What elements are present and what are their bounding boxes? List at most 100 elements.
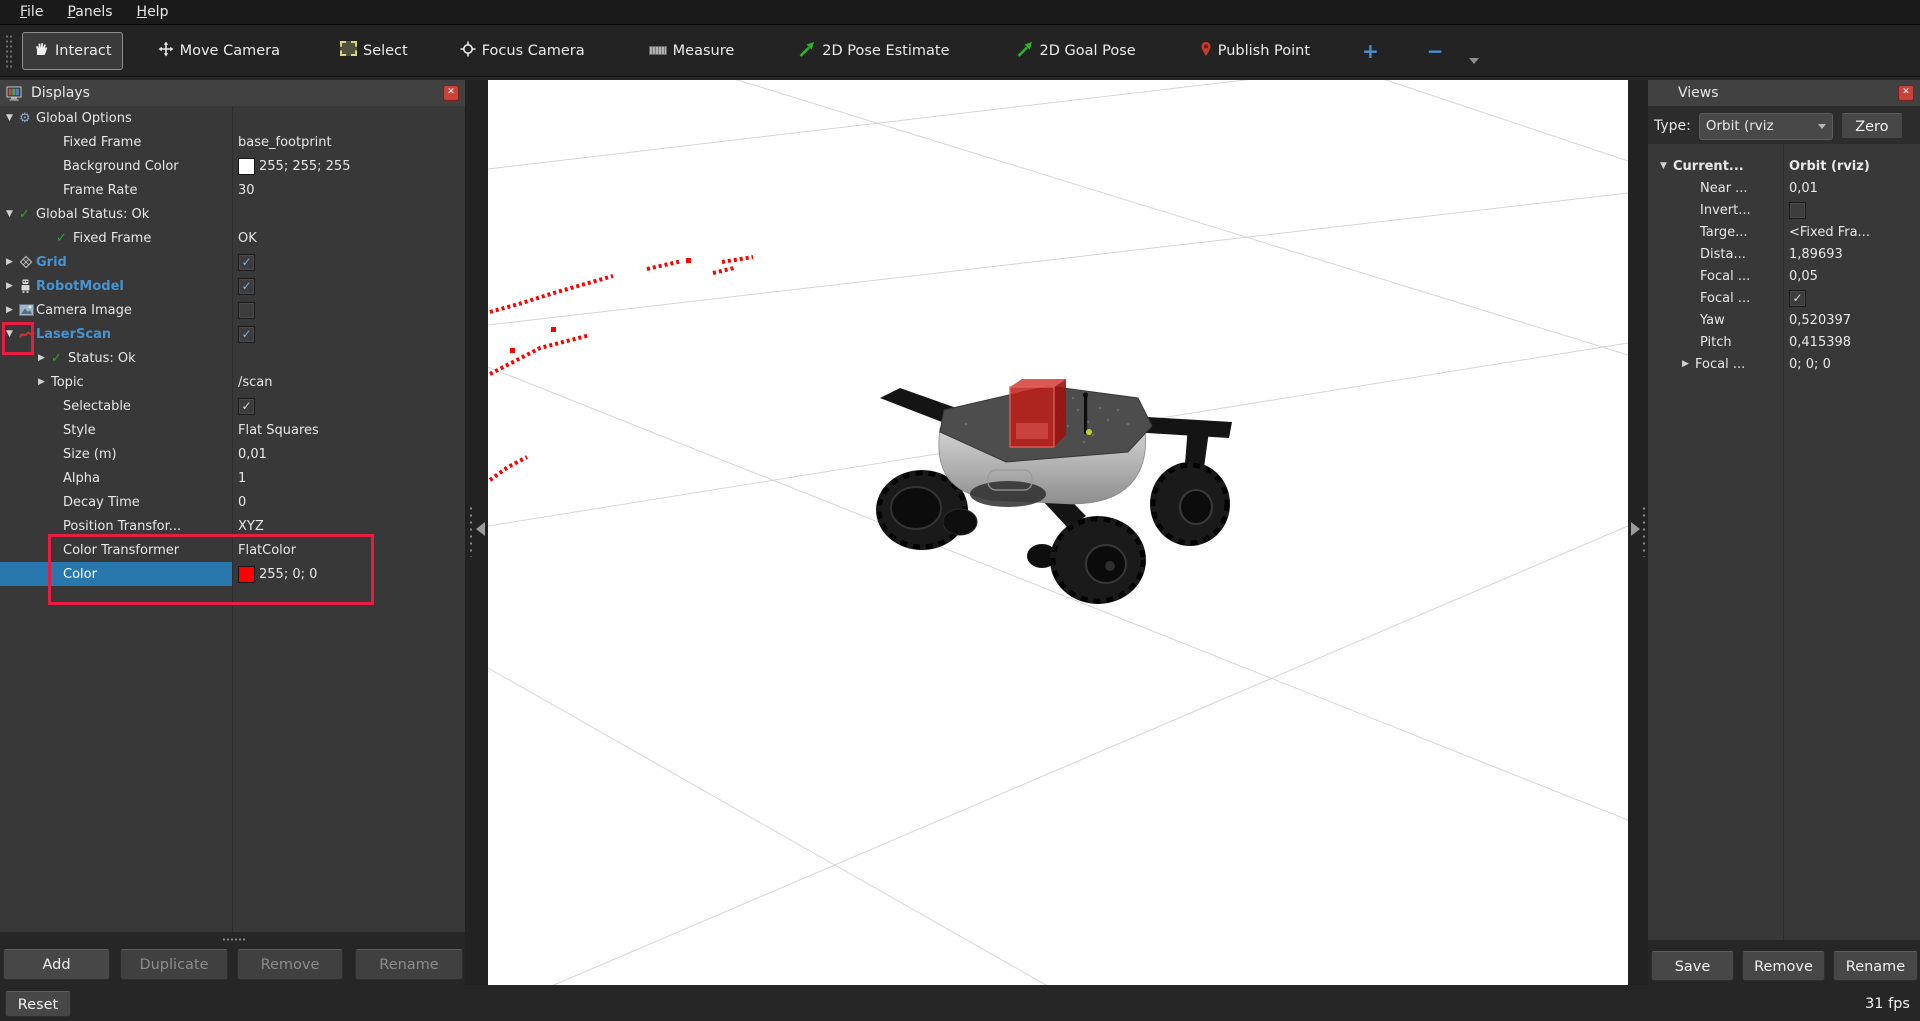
splitter-grip[interactable] [468,505,474,557]
tree-row-robotmodel[interactable]: ▶RobotModel✓ [0,274,465,298]
views-panel: Views ✕ Type: Orbit (rviz Zero ▼Current.… [1648,80,1920,940]
tree-row-fixed-frame[interactable]: Fixed Framebase_footprint [0,130,465,154]
collapse-right-icon[interactable] [1631,522,1640,536]
row-label-cell: Color Transformer [0,538,232,562]
collapse-arrow-icon[interactable]: ▶ [6,305,19,315]
collapse-arrow-icon[interactable]: ▶ [6,257,19,267]
tree-row-grid[interactable]: ▶Grid✓ [0,250,465,274]
tree-row-laserscan[interactable]: ▼LaserScan✓ [0,322,465,346]
color-swatch[interactable] [238,566,255,583]
tree-row-decay-time[interactable]: Decay Time0 [0,490,465,514]
splitter-grip[interactable] [1641,505,1647,557]
tree-row-fixed-frame[interactable]: ✓Fixed FrameOK [0,226,465,250]
tool-select[interactable]: Select [329,32,419,69]
tree-row-frame-rate[interactable]: Frame Rate30 [0,178,465,202]
tree-row-selectable[interactable]: Selectable✓ [0,394,465,418]
menu-panels[interactable]: Panels [55,2,124,22]
add-button[interactable]: Add [3,949,110,980]
checkbox[interactable]: ✓ [1789,290,1806,307]
row-value-cell [1783,202,1806,219]
tool-measure[interactable]: Measure [638,34,746,68]
expand-arrow-icon[interactable]: ▼ [6,113,19,123]
collapse-left-icon[interactable] [476,522,485,536]
row-label-cell: Frame Rate [0,178,232,202]
zero-button[interactable]: Zero [1841,113,1903,139]
tool-interact[interactable]: Interact [22,32,123,70]
row-label-cell: Fixed Frame [0,130,232,154]
views-save-button[interactable]: Save [1651,951,1734,981]
view-type-dropdown[interactable]: Orbit (rviz [1699,113,1833,140]
tree-row-global-status-ok[interactable]: ▼✓Global Status: Ok [0,202,465,226]
tree-row-topic[interactable]: ▶Topic/scan [0,370,465,394]
tree-row-alpha[interactable]: Alpha1 [0,466,465,490]
row-value-cell: 0,01 [232,447,267,462]
views-rename-button[interactable]: Rename [1833,951,1918,981]
menu-file[interactable]: File [8,2,55,22]
row-value: FlatColor [238,543,296,558]
tree-row-targe-[interactable]: Targe...<Fixed Fra... [1648,221,1920,243]
checkbox[interactable]: ✓ [238,278,255,295]
tree-row-status-ok[interactable]: ▶✓Status: Ok [0,346,465,370]
displays-tree: ▼⚙Global OptionsFixed Framebase_footprin… [0,106,465,932]
tree-row-style[interactable]: StyleFlat Squares [0,418,465,442]
tree-row-current-[interactable]: ▼Current...Orbit (rviz) [1648,155,1920,177]
tree-row-focal-[interactable]: ▶Focal ...0; 0; 0 [1648,353,1920,375]
row-label-cell: Targe... [1648,221,1783,243]
color-swatch[interactable] [238,158,255,175]
checkbox[interactable]: ✓ [238,254,255,271]
menu-help[interactable]: Help [125,2,181,22]
tree-row-dista-[interactable]: Dista...1,89693 [1648,243,1920,265]
tree-row-camera-image[interactable]: ▶Camera Image [0,298,465,322]
tree-row-global-options[interactable]: ▼⚙Global Options [0,106,465,130]
row-label-cell: Invert... [1648,199,1783,221]
expand-arrow-icon[interactable]: ▼ [1660,161,1673,171]
tool-goal-pose[interactable]: 2D Goal Pose [1005,31,1147,71]
close-icon[interactable]: ✕ [443,85,459,101]
tree-row-size-m-[interactable]: Size (m)0,01 [0,442,465,466]
reset-button[interactable]: Reset [5,991,71,1017]
tree-row-focal-[interactable]: Focal ...✓ [1648,287,1920,309]
tree-row-pitch[interactable]: Pitch0,415398 [1648,331,1920,353]
tool-focus-camera[interactable]: Focus Camera [449,32,596,70]
tree-row-color-transformer[interactable]: Color Transformer FlatColor [0,538,465,562]
toolbar-drag-handle[interactable] [5,34,12,68]
check-icon: ✓ [51,351,68,366]
close-icon[interactable]: ✕ [1898,85,1914,101]
tree-row-focal-[interactable]: Focal ...0,05 [1648,265,1920,287]
checkbox[interactable]: ✓ [238,326,255,343]
tree-row-invert-[interactable]: Invert... [1648,199,1920,221]
duplicate-button: Duplicate [120,949,228,980]
panel-resize-handle[interactable] [222,937,246,942]
expand-arrow-icon[interactable]: ▼ [6,209,19,219]
collapse-arrow-icon[interactable]: ▶ [38,353,51,363]
row-value-cell: ✓ [232,278,255,295]
tool-add-tool[interactable]: + [1353,34,1388,68]
views-remove-button[interactable]: Remove [1742,951,1825,981]
row-label: Near ... [1700,181,1748,196]
collapse-arrow-icon[interactable]: ▶ [38,377,51,387]
row-label: Color [63,567,97,582]
tool-move-camera[interactable]: Move Camera [147,32,291,70]
row-label: Frame Rate [63,183,137,198]
tool-publish-point[interactable]: Publish Point [1189,32,1321,70]
tree-row-color[interactable]: Color255; 0; 0 [0,562,465,586]
tree-row-yaw[interactable]: Yaw0,520397 [1648,309,1920,331]
checkbox[interactable] [1789,202,1806,219]
expand-arrow-icon[interactable]: ▼ [6,329,19,339]
row-label-cell: Size (m) [0,442,232,466]
row-value-cell: 1 [232,471,246,486]
collapse-arrow-icon[interactable]: ▶ [1682,359,1695,369]
tree-row-background-color[interactable]: Background Color255; 255; 255 [0,154,465,178]
tool-label: Publish Point [1218,43,1310,59]
3d-viewport[interactable] [488,80,1628,985]
checkbox[interactable]: ✓ [238,398,255,415]
left-splitter[interactable] [465,80,488,985]
tool-overflow-caret[interactable] [1469,58,1479,64]
right-splitter[interactable] [1628,80,1648,985]
tree-row-position-transfor-[interactable]: Position Transfor...XYZ [0,514,465,538]
tool-remove-tool[interactable]: − [1418,34,1453,68]
collapse-arrow-icon[interactable]: ▶ [6,281,19,291]
checkbox[interactable] [238,302,255,319]
tree-row-near-[interactable]: Near ...0,01 [1648,177,1920,199]
tool-pose-estimate[interactable]: 2D Pose Estimate [787,31,960,71]
